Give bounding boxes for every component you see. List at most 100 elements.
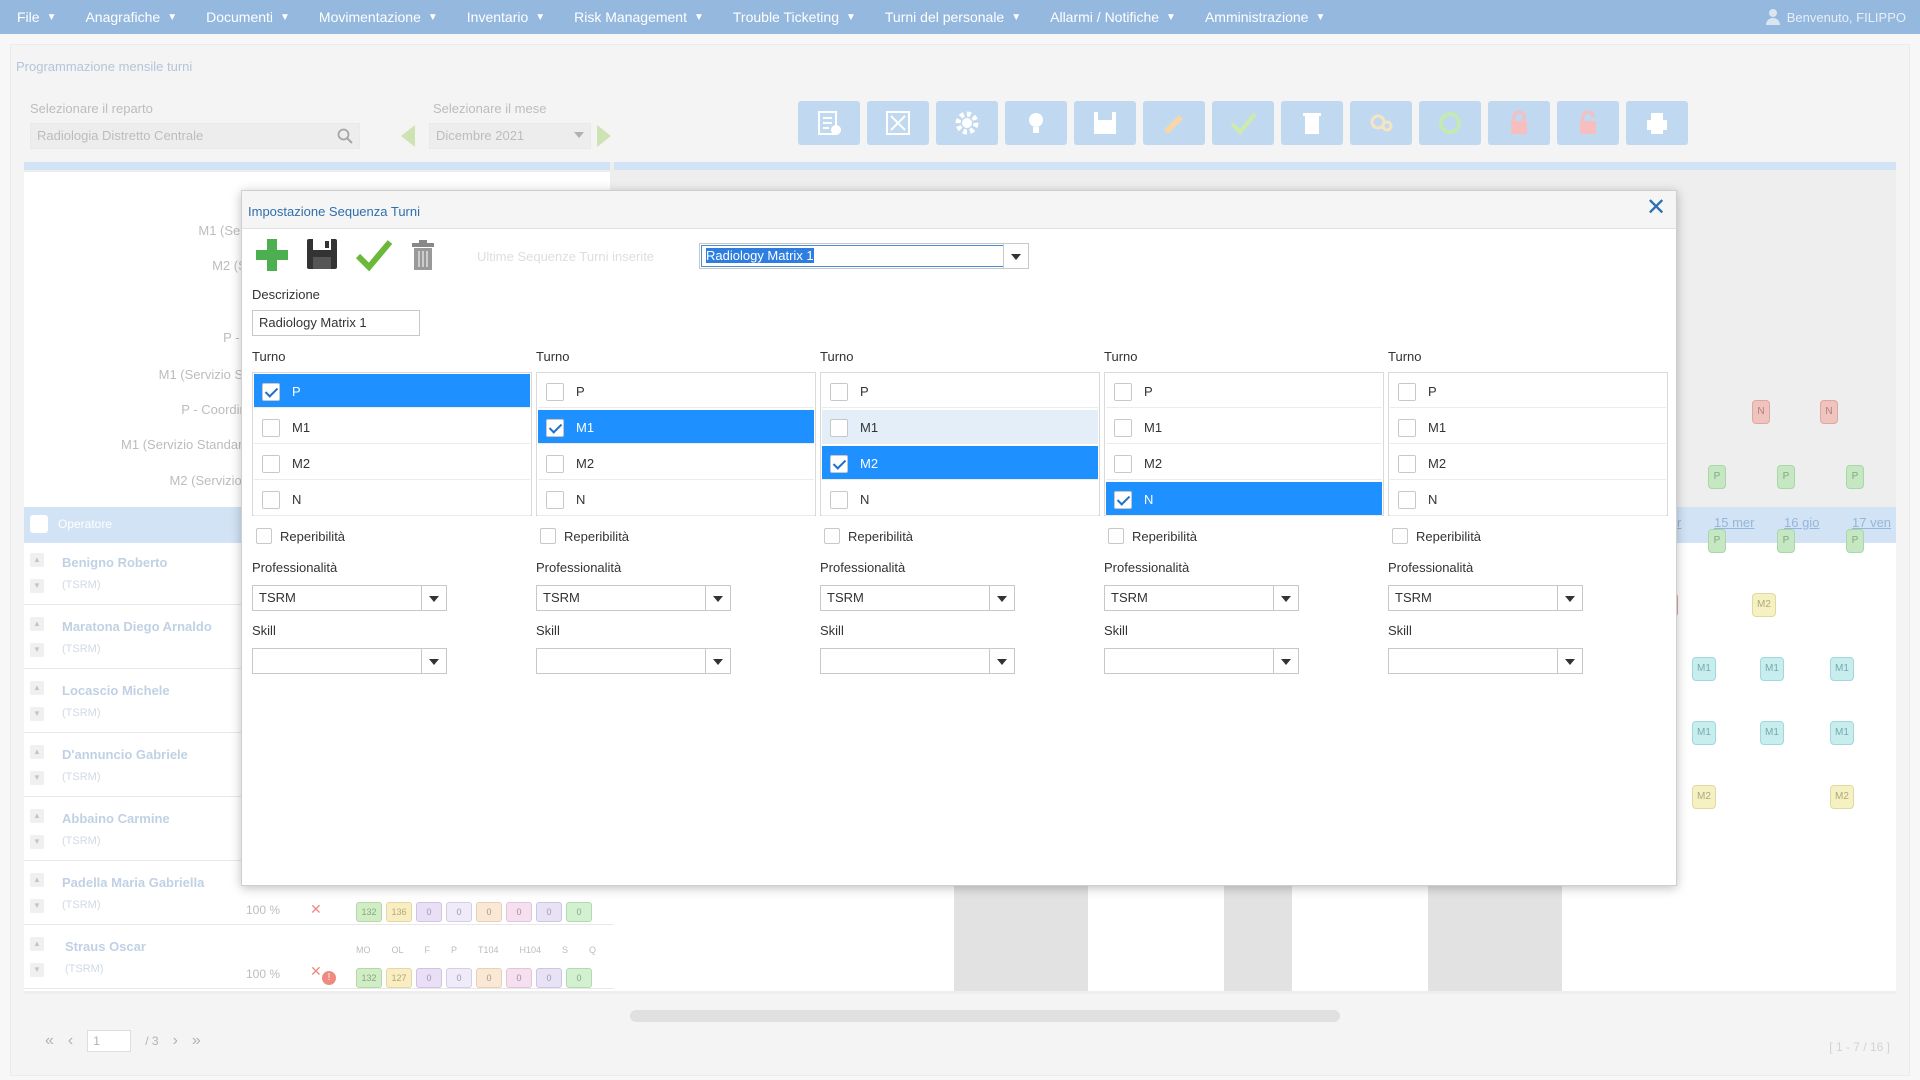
- last-seq-combo[interactable]: Radiology Matrix 1: [699, 243, 1029, 269]
- turno-option-label: M1: [860, 420, 879, 435]
- skill-dropdown[interactable]: [421, 649, 446, 673]
- professionalita-value: TSRM: [259, 590, 296, 605]
- professionalita-dropdown[interactable]: [1557, 586, 1582, 610]
- turno-option[interactable]: M2: [822, 446, 1098, 480]
- last-seq-input[interactable]: Radiology Matrix 1: [701, 245, 1004, 267]
- professionalita-select[interactable]: TSRM: [820, 585, 1015, 611]
- turno-option-label: M2: [860, 456, 879, 471]
- turno-option[interactable]: P: [538, 374, 814, 408]
- skill-dropdown[interactable]: [989, 649, 1014, 673]
- turno-checkbox[interactable]: [1114, 455, 1132, 473]
- skill-select[interactable]: [252, 648, 447, 674]
- skill-select[interactable]: [820, 648, 1015, 674]
- turno-checkbox[interactable]: [830, 491, 848, 509]
- reperibilita-checkbox[interactable]: [1108, 528, 1124, 544]
- skill-dropdown[interactable]: [1557, 649, 1582, 673]
- turno-option[interactable]: M2: [1390, 446, 1666, 480]
- turno-checkbox[interactable]: [546, 491, 564, 509]
- turno-checkbox[interactable]: [1398, 491, 1416, 509]
- turno-checkbox[interactable]: [262, 491, 280, 509]
- reperibilita-checkbox[interactable]: [256, 528, 272, 544]
- chevron-down-icon: [1011, 254, 1021, 260]
- turno-option-label: M1: [1428, 420, 1447, 435]
- turno-option[interactable]: M1: [822, 410, 1098, 444]
- professionalita-dropdown[interactable]: [989, 586, 1014, 610]
- turno-checkbox[interactable]: [1114, 491, 1132, 509]
- turno-checkbox[interactable]: [546, 419, 564, 437]
- professionalita-dropdown[interactable]: [705, 586, 730, 610]
- turno-option-label: M2: [1144, 456, 1163, 471]
- turno-label: Turno: [252, 349, 286, 364]
- turno-option[interactable]: P: [822, 374, 1098, 408]
- reperibilita-label: Reperibilità: [1416, 529, 1482, 544]
- turno-option[interactable]: M1: [1106, 410, 1382, 444]
- turno-checkbox[interactable]: [546, 383, 564, 401]
- turno-checkbox[interactable]: [262, 383, 280, 401]
- skill-label: Skill: [536, 623, 560, 638]
- dialog-delete-button[interactable]: [409, 239, 437, 271]
- skill-dropdown[interactable]: [705, 649, 730, 673]
- turno-option[interactable]: M1: [538, 410, 814, 444]
- turno-option[interactable]: N: [538, 482, 814, 516]
- chevron-down-icon: [997, 596, 1007, 602]
- add-button[interactable]: [254, 237, 290, 273]
- descrizione-input[interactable]: Radiology Matrix 1: [252, 310, 420, 336]
- turno-option[interactable]: N: [822, 482, 1098, 516]
- chevron-down-icon: [429, 596, 439, 602]
- professionalita-select[interactable]: TSRM: [252, 585, 447, 611]
- turno-option[interactable]: P: [254, 374, 530, 408]
- last-seq-dropdown[interactable]: [1003, 244, 1028, 268]
- turno-checkbox[interactable]: [830, 455, 848, 473]
- trash-icon: [412, 240, 434, 270]
- turno-option-label: M1: [292, 420, 311, 435]
- turno-checkbox[interactable]: [830, 419, 848, 437]
- turno-option-label: P: [1428, 384, 1437, 399]
- turno-checkbox[interactable]: [1398, 419, 1416, 437]
- professionalita-select[interactable]: TSRM: [1388, 585, 1583, 611]
- reperibilita-checkbox[interactable]: [540, 528, 556, 544]
- chevron-down-icon: [1565, 596, 1575, 602]
- turno-checkbox[interactable]: [1114, 419, 1132, 437]
- reperibilita-label: Reperibilità: [1132, 529, 1198, 544]
- reperibilita-label: Reperibilità: [280, 529, 346, 544]
- skill-select[interactable]: [1388, 648, 1583, 674]
- dialog-save-button[interactable]: [305, 237, 339, 271]
- professionalita-select[interactable]: TSRM: [536, 585, 731, 611]
- professionalita-select[interactable]: TSRM: [1104, 585, 1299, 611]
- turno-option[interactable]: N: [254, 482, 530, 516]
- professionalita-value: TSRM: [1111, 590, 1148, 605]
- skill-dropdown[interactable]: [1273, 649, 1298, 673]
- turno-option[interactable]: P: [1106, 374, 1382, 408]
- turno-option[interactable]: M2: [1106, 446, 1382, 480]
- turno-option-label: N: [1144, 492, 1154, 507]
- chevron-down-icon: [713, 596, 723, 602]
- reperibilita-checkbox[interactable]: [1392, 528, 1408, 544]
- turno-checkbox[interactable]: [1114, 383, 1132, 401]
- turno-option[interactable]: M1: [1390, 410, 1666, 444]
- turno-checkbox[interactable]: [262, 455, 280, 473]
- close-icon[interactable]: ✕: [1644, 196, 1668, 221]
- turno-checkbox[interactable]: [1398, 383, 1416, 401]
- skill-select[interactable]: [1104, 648, 1299, 674]
- turno-option[interactable]: M1: [254, 410, 530, 444]
- skill-label: Skill: [820, 623, 844, 638]
- dialog-confirm-button[interactable]: [355, 238, 393, 272]
- professionalita-dropdown[interactable]: [1273, 586, 1298, 610]
- turno-option[interactable]: N: [1106, 482, 1382, 516]
- turno-checkbox[interactable]: [830, 383, 848, 401]
- turno-option[interactable]: P: [1390, 374, 1666, 408]
- turno-option[interactable]: M2: [254, 446, 530, 480]
- turno-option[interactable]: N: [1390, 482, 1666, 516]
- skill-label: Skill: [1388, 623, 1412, 638]
- turno-checkbox[interactable]: [546, 455, 564, 473]
- professionalita-dropdown[interactable]: [421, 586, 446, 610]
- professionalita-label: Professionalità: [1104, 560, 1190, 575]
- turno-checkbox[interactable]: [1398, 455, 1416, 473]
- skill-select[interactable]: [536, 648, 731, 674]
- turno-checkbox[interactable]: [262, 419, 280, 437]
- check-icon: [355, 240, 393, 272]
- reperibilita-checkbox[interactable]: [824, 528, 840, 544]
- turno-option-label: M1: [576, 420, 595, 435]
- turno-option-label: P: [576, 384, 585, 399]
- turno-option[interactable]: M2: [538, 446, 814, 480]
